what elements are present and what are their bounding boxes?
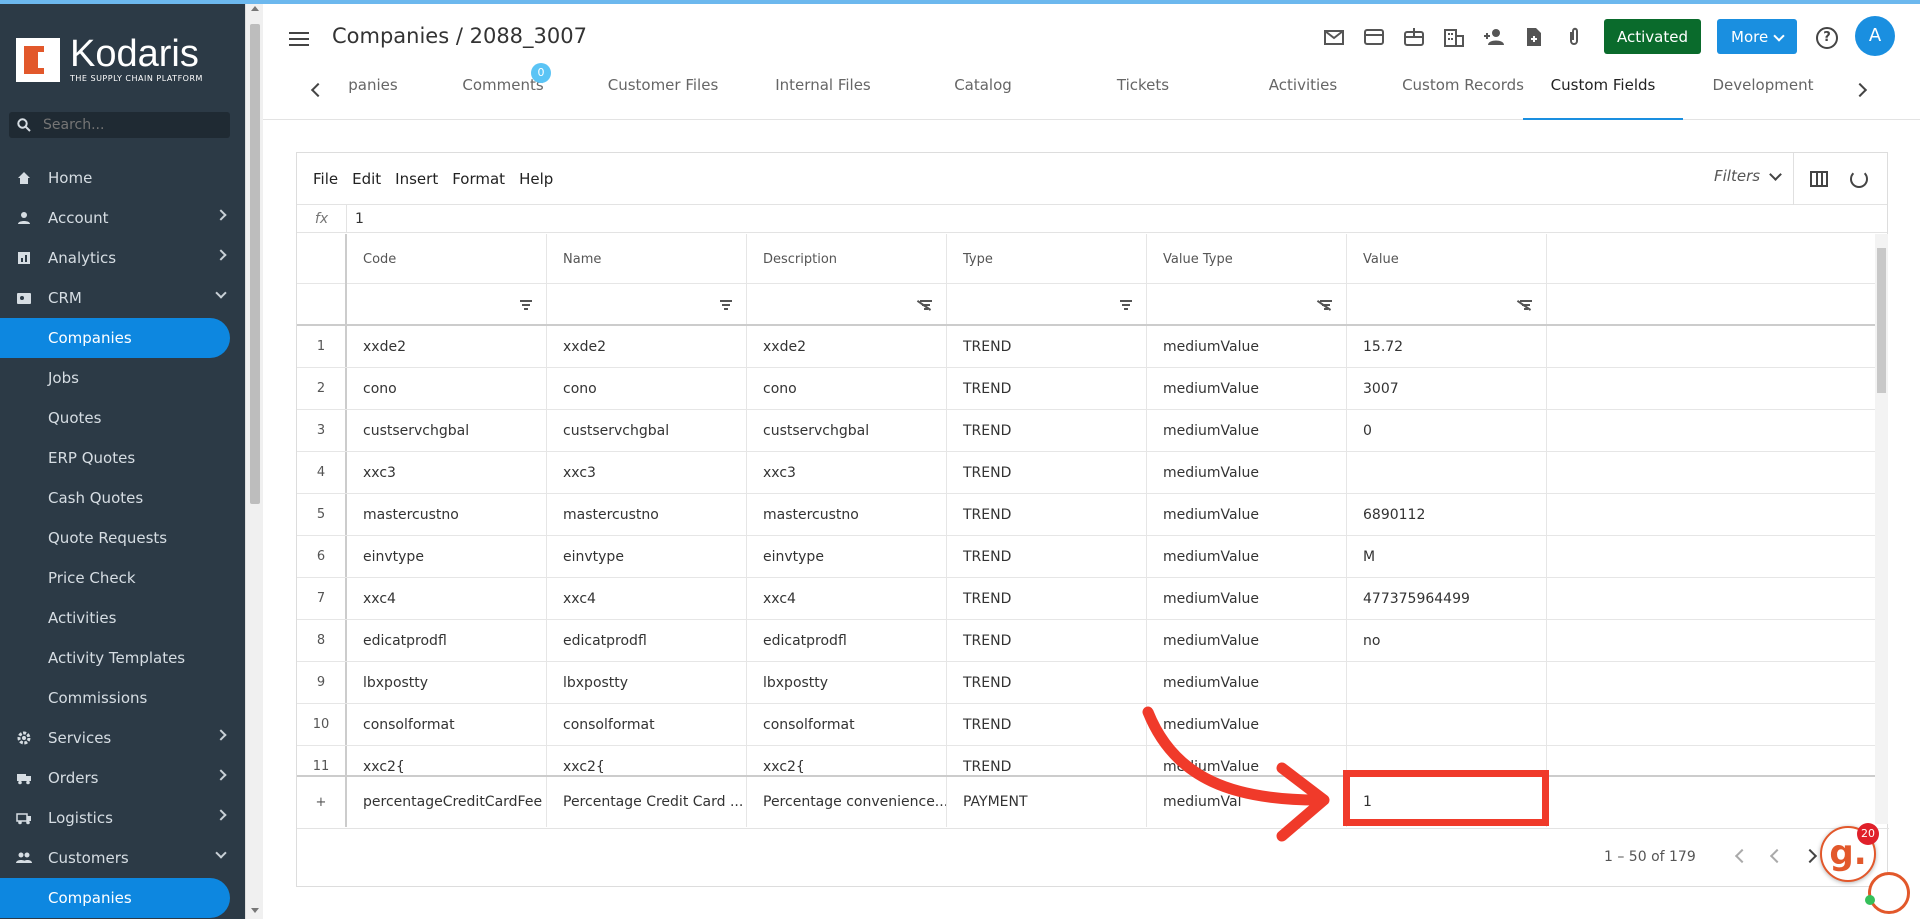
highlight-box xyxy=(1343,770,1549,826)
notification-badge: 20 xyxy=(1857,823,1879,845)
online-status-dot xyxy=(1865,895,1875,905)
top-progress-line xyxy=(0,0,1920,4)
chat-icon[interactable] xyxy=(1868,872,1910,914)
annotation-arrow xyxy=(1142,706,1330,842)
